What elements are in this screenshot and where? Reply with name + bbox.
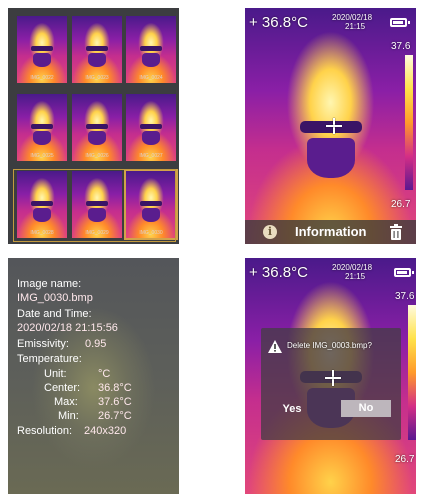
gallery-panel: IMG_0022 IMG_0023 IMG_0024 IMG_0025 IMG_0026… [8,8,179,244]
delete-view-panel: + 36.8°C 2020/02/18 21:15 37.6 26.7 Dele… [245,258,416,494]
datetime-value: 2020/02/18 21:15:56 [17,322,118,334]
delete-dialog: Delete IMG_0003.bmp? Yes No [261,328,401,440]
color-scale-bar [408,305,416,440]
temperature-label: Temperature: [17,353,82,365]
thumbnail-caption: IMG_0027 [139,153,163,159]
scale-min-label: 26.7 [391,199,411,210]
datetime-label: Date and Time: [17,308,92,320]
trash-icon[interactable] [389,224,403,240]
info-panel: Image name: IMG_0030.bmp Date and Time: … [8,258,179,494]
info-bar: i Information [245,220,416,244]
time-label: 21:15 [345,22,366,31]
image-name-label: Image name: [17,278,82,290]
thumbnail[interactable]: IMG_0023 [72,16,122,83]
thumbnail-caption: IMG_0026 [85,153,109,159]
scale-min-label: 26.7 [395,454,415,465]
date-label: 2020/02/18 [332,13,373,22]
image-name-value: IMG_0030.bmp [17,292,93,304]
center-temperature: + 36.8°C [249,264,308,281]
center-label: Center: [44,382,81,394]
battery-icon [390,18,410,27]
thumbnail-caption: IMG_0022 [30,75,54,81]
unit-label: Unit: [44,368,67,380]
battery-icon [394,268,414,277]
no-button[interactable]: No [341,400,391,417]
resolution-label: Resolution: [17,425,73,437]
scale-max-label: 37.6 [391,41,411,52]
information-button[interactable]: Information [295,224,367,239]
thumbnail-caption: IMG_0024 [139,75,163,81]
date-label: 2020/02/18 [332,263,373,272]
max-label: Max: [54,396,78,408]
dialog-message: Delete IMG_0003.bmp? [287,341,372,350]
yes-button[interactable]: Yes [277,401,307,418]
emissivity-label: Emissivity: [17,338,69,350]
thumbnail[interactable]: IMG_0025 [17,94,67,161]
unit-value: °C [98,368,111,380]
selected-row-frame [13,169,176,242]
thumbnail-caption: IMG_0025 [30,153,54,159]
emissivity-value: 0.95 [85,338,107,350]
warning-icon [268,340,282,353]
thumbnail[interactable]: IMG_0024 [126,16,176,83]
center-value: 36.8°C [98,382,132,394]
thumbnail-caption: IMG_0023 [85,75,109,81]
min-label: Min: [58,410,79,422]
crosshair-icon [325,370,341,386]
mask-region [307,138,355,178]
resolution-value: 240x320 [84,425,127,437]
crosshair-icon [326,118,342,134]
thumbnail[interactable]: IMG_0022 [17,16,67,83]
thumbnail[interactable]: IMG_0026 [72,94,122,161]
scale-max-label: 37.6 [395,291,415,302]
min-value: 26.7°C [98,410,132,422]
info-icon[interactable]: i [263,225,277,239]
color-scale-bar [405,55,413,190]
time-label: 21:15 [345,272,366,281]
center-temperature: + 36.8°C [249,14,308,31]
max-value: 37.6°C [98,396,132,408]
thumbnail[interactable]: IMG_0027 [126,94,176,161]
live-view-panel: + 36.8°C 2020/02/18 21:15 37.6 26.7 i In… [245,8,416,244]
